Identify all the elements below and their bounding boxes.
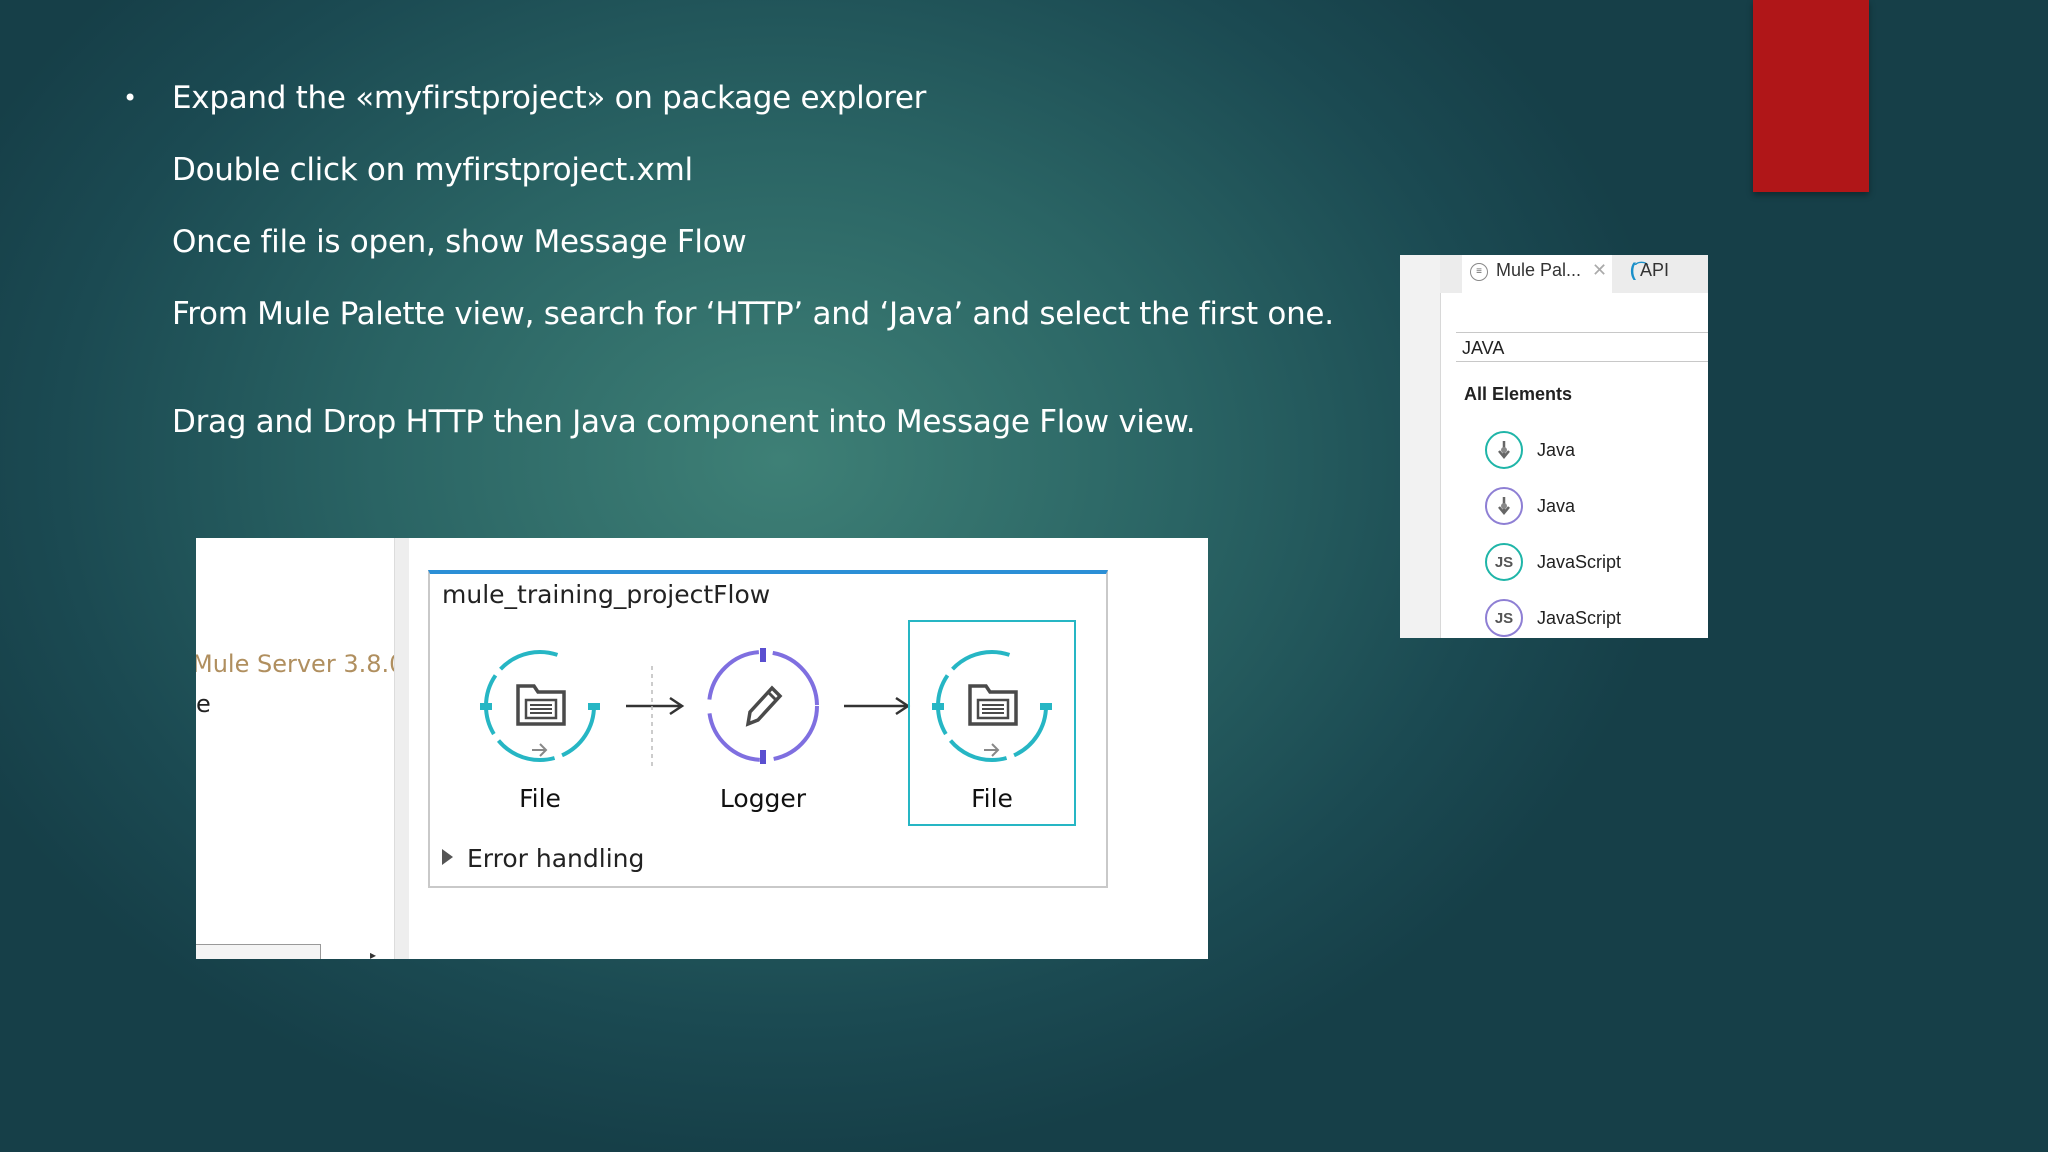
api-icon: (͡: [1630, 260, 1636, 280]
scroll-arrow-icon[interactable]: ▸: [370, 948, 376, 959]
java-icon: [1485, 431, 1523, 469]
red-accent-bar: [1753, 0, 1869, 192]
section-title-all-elements: All Elements: [1464, 384, 1573, 404]
mule-server-label: Mule Server 3.8.0: [196, 650, 405, 678]
javascript-icon: JS: [1485, 543, 1523, 581]
file-node-2-label: File: [971, 784, 1013, 813]
palette-item-javascript-1[interactable]: JS JavaScript: [1485, 543, 1705, 587]
file-node-1[interactable]: [480, 650, 600, 762]
palette-item-label: JavaScript: [1537, 608, 1622, 628]
instruction-line-2: Double click on myfirstproject.xml: [172, 152, 693, 188]
pane-divider[interactable]: [394, 538, 409, 959]
close-icon[interactable]: ✕: [1592, 260, 1607, 281]
horizontal-scrollbar[interactable]: [196, 944, 321, 959]
palette-search-input[interactable]: JAVA: [1456, 332, 1708, 362]
logger-node-label: Logger: [719, 784, 807, 813]
palette-item-javascript-2[interactable]: JS JavaScript: [1485, 599, 1705, 638]
palette-tab-bar: ≡ Mule Pal... ✕ (͡ API: [1440, 255, 1708, 293]
instruction-line-1: Expand the «myfirstproject» on package e…: [172, 80, 927, 116]
javascript-icon: JS: [1485, 599, 1523, 637]
connector-arrow-2: [844, 696, 911, 716]
expand-triangle-icon[interactable]: [442, 849, 453, 865]
mule-palette-panel: ≡ Mule Pal... ✕ (͡ API JAVA All Elements …: [1400, 255, 1708, 638]
palette-item-label: Java: [1537, 440, 1576, 460]
palette-item-label: Java: [1537, 496, 1576, 516]
flow-container[interactable]: mule_training_projectFlow File Logger Fi…: [428, 570, 1108, 888]
java-icon: [1485, 487, 1523, 525]
palette-item-label: JavaScript: [1537, 552, 1622, 572]
palette-item-java-2[interactable]: Java: [1485, 487, 1705, 531]
connector-arrow-1: [626, 666, 685, 770]
tab-mule-palette-label: Mule Pal...: [1496, 260, 1582, 280]
tab-api[interactable]: (͡ API: [1630, 260, 1669, 281]
pencil-icon: [745, 685, 783, 727]
error-handling-label: Error handling: [467, 844, 645, 873]
logger-node[interactable]: [707, 648, 819, 764]
tab-api-label: API: [1640, 260, 1670, 280]
palette-item-java-1[interactable]: Java: [1485, 431, 1705, 475]
file-icon: [516, 684, 566, 726]
palette-left-gutter: [1400, 255, 1441, 638]
slide-text: • Expand the «myfirstproject» on package…: [0, 0, 1400, 470]
error-handling-toggle[interactable]: Error handling: [442, 844, 644, 873]
message-flow-screenshot: Mule Server 3.8.0 e ▸ mule_training_proj…: [196, 538, 1208, 959]
tree-item-fragment: e: [196, 690, 211, 718]
bullet-dot: •: [123, 84, 138, 112]
tab-mule-palette[interactable]: ≡ Mule Pal... ✕: [1462, 255, 1612, 293]
instruction-line-3: Once file is open, show Message Flow: [172, 224, 747, 260]
package-explorer-pane: Mule Server 3.8.0 e ▸: [196, 538, 404, 959]
instruction-line-4: From Mule Palette view, search for ‘HTTP…: [172, 296, 1334, 332]
palette-icon: ≡: [1470, 263, 1488, 281]
file-node-1-label: File: [519, 784, 561, 813]
instruction-line-5: Drag and Drop HTTP then Java component i…: [172, 404, 1196, 440]
